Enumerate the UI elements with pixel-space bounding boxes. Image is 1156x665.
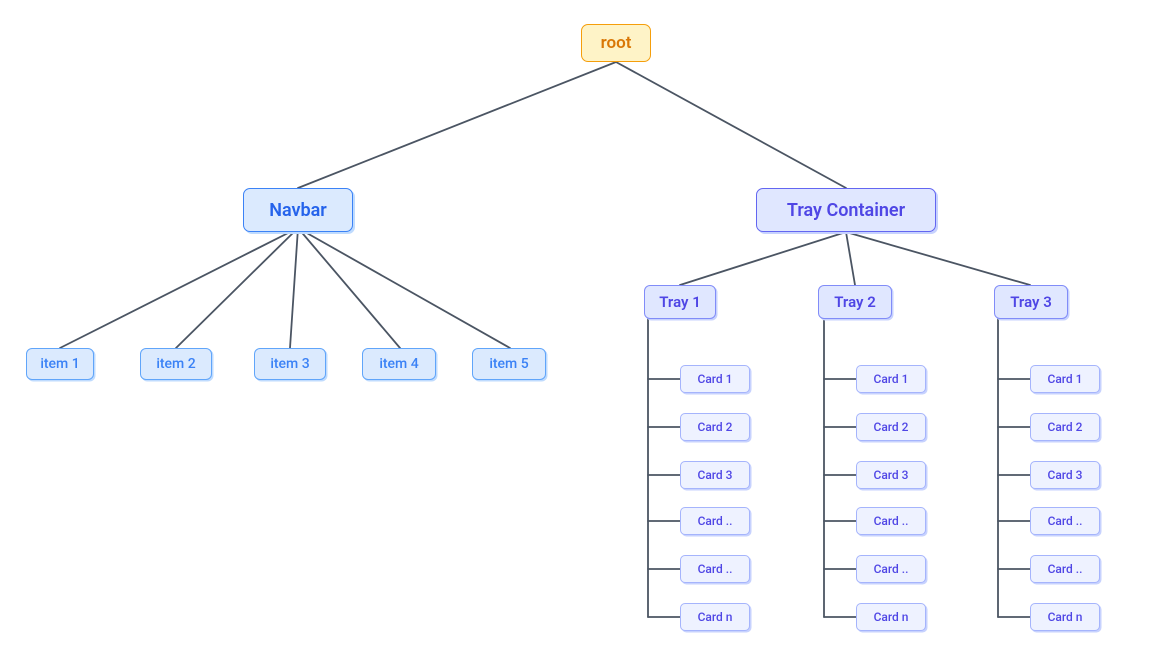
diagram-stage: root Navbar Tray Container item 1 item 2…	[0, 0, 1156, 665]
node-tray3-card-3: Card 3	[1030, 461, 1100, 489]
node-nav-item-4: item 4	[362, 348, 436, 380]
node-tray2-card-1: Card 1	[856, 365, 926, 393]
node-root: root	[581, 24, 651, 62]
node-tray1-card-5: Card ..	[680, 555, 750, 583]
node-tray3-card-2: Card 2	[1030, 413, 1100, 441]
node-tray1-card-4: Card ..	[680, 507, 750, 535]
node-tray3-card-5: Card ..	[1030, 555, 1100, 583]
node-tray2-card-2: Card 2	[856, 413, 926, 441]
node-tray2-card-5: Card ..	[856, 555, 926, 583]
node-nav-item-2: item 2	[140, 348, 212, 380]
node-nav-item-5: item 5	[472, 348, 546, 380]
node-nav-item-3: item 3	[254, 348, 326, 380]
node-tray3-card-1: Card 1	[1030, 365, 1100, 393]
node-tray1-card-n: Card n	[680, 603, 750, 631]
node-navbar: Navbar	[243, 188, 353, 232]
node-tray-1: Tray 1	[644, 285, 716, 319]
node-tray3-card-n: Card n	[1030, 603, 1100, 631]
node-nav-item-1: item 1	[26, 348, 94, 380]
node-tray2-card-4: Card ..	[856, 507, 926, 535]
node-tray-2: Tray 2	[818, 285, 892, 319]
node-tray1-card-3: Card 3	[680, 461, 750, 489]
node-tray-3: Tray 3	[994, 285, 1068, 319]
node-tray1-card-2: Card 2	[680, 413, 750, 441]
node-tray2-card-3: Card 3	[856, 461, 926, 489]
node-tray3-card-4: Card ..	[1030, 507, 1100, 535]
node-tray1-card-1: Card 1	[680, 365, 750, 393]
node-tray2-card-n: Card n	[856, 603, 926, 631]
node-tray-container: Tray Container	[756, 188, 936, 232]
edges-layer	[0, 0, 1156, 665]
